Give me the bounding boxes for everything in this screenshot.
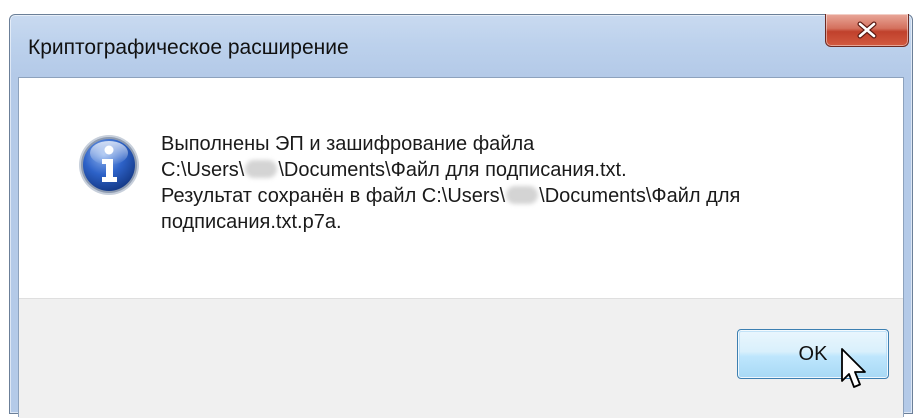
message-text: Выполнены ЭП и зашифрование файла C:\Use…	[161, 131, 881, 235]
window-title: Криптографическое расширение	[28, 36, 349, 59]
close-icon	[857, 21, 877, 39]
redacted-username	[245, 160, 278, 178]
message-area: Выполнены ЭП и зашифрование файла C:\Use…	[19, 78, 903, 298]
title-bar[interactable]: Криптографическое расширение	[10, 14, 912, 77]
info-icon	[79, 135, 139, 195]
message-line: подписания.txt.p7a.	[161, 211, 342, 233]
message-result-suffix: \Documents\Файл для	[539, 185, 741, 207]
message-dialog: Криптографическое расширение Выполнены Э…	[9, 14, 913, 418]
button-bar: OK	[19, 298, 903, 418]
message-path-suffix: \Documents\Файл для подписания.txt.	[278, 159, 627, 181]
message-path-prefix: C:\Users\	[161, 159, 245, 181]
message-result-prefix: Результат сохранён в файл C:\Users\	[161, 185, 506, 207]
redacted-username	[506, 186, 539, 204]
message-line: Выполнены ЭП и зашифрование файла	[161, 133, 535, 155]
message-line: C:\Users\ \Documents\Файл для подписания.…	[161, 157, 881, 183]
ok-button[interactable]: OK	[737, 329, 889, 379]
dialog-client-area: Выполнены ЭП и зашифрование файла C:\Use…	[18, 77, 904, 418]
close-button[interactable]	[825, 14, 909, 47]
message-line: Результат сохранён в файл C:\Users\ \Docu…	[161, 183, 881, 209]
